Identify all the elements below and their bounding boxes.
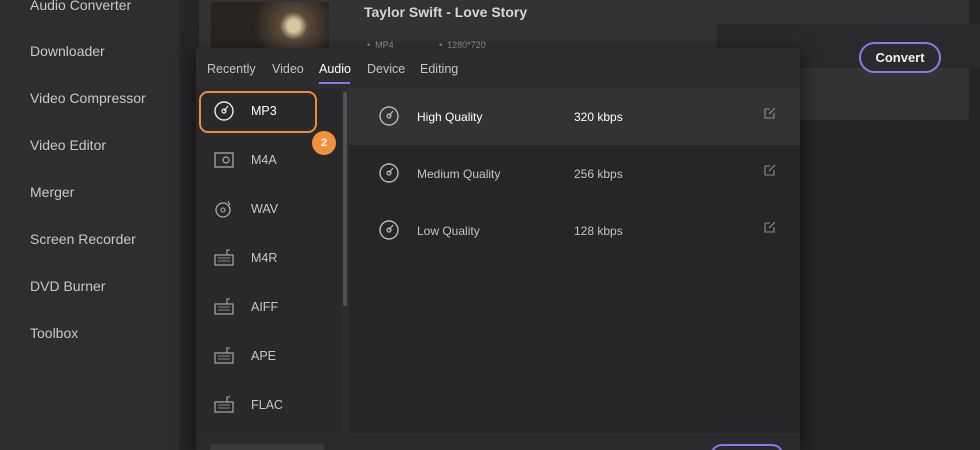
- m4a-icon: [213, 149, 235, 171]
- edit-icon[interactable]: [761, 163, 779, 181]
- video-title: Taylor Swift - Love Story: [364, 4, 528, 20]
- format-item-m4r[interactable]: M4R: [196, 239, 341, 279]
- mp3-highlight-box: [199, 91, 317, 133]
- sidebar-item-screen-recorder[interactable]: Screen Recorder: [30, 231, 136, 247]
- step-badge: 2: [312, 131, 336, 155]
- tab-recently[interactable]: Recently: [207, 62, 256, 76]
- wav-icon: [213, 198, 235, 220]
- quality-row-medium[interactable]: Medium Quality 256 kbps: [349, 145, 800, 202]
- tab-device[interactable]: Device: [367, 62, 405, 76]
- sidebar-item-toolbox[interactable]: Toolbox: [30, 325, 78, 341]
- aiff-icon: [213, 296, 235, 318]
- quality-bitrate: 320 kbps: [574, 110, 623, 124]
- quality-name: Low Quality: [417, 224, 480, 238]
- disc-icon: [378, 219, 400, 241]
- quality-name: High Quality: [417, 110, 483, 124]
- m4r-icon: [213, 247, 235, 269]
- quality-list: High Quality 320 kbps Medium Quality 256…: [349, 88, 800, 433]
- quality-bitrate: 256 kbps: [574, 167, 623, 181]
- quality-bitrate: 128 kbps: [574, 224, 623, 238]
- scrollbar-thumb[interactable]: [343, 92, 347, 306]
- sidebar-item-dvd-burner[interactable]: DVD Burner: [30, 278, 105, 294]
- sidebar-item-video-compressor[interactable]: Video Compressor: [30, 90, 146, 106]
- popup-footer: [196, 433, 800, 450]
- tab-editing[interactable]: Editing: [420, 62, 458, 76]
- convert-all-button[interactable]: [710, 444, 784, 450]
- sidebar-item-merger[interactable]: Merger: [30, 184, 74, 200]
- format-label: WAV: [251, 202, 279, 216]
- format-label: FLAC: [251, 398, 283, 412]
- format-label: AIFF: [251, 300, 279, 314]
- format-item-flac[interactable]: FLAC: [196, 386, 341, 426]
- output-format-selector[interactable]: [210, 444, 324, 450]
- convert-button[interactable]: Convert: [859, 42, 941, 73]
- sidebar-item-downloader[interactable]: Downloader: [30, 43, 105, 59]
- edit-icon[interactable]: [761, 106, 779, 124]
- tab-audio[interactable]: Audio: [319, 62, 351, 76]
- tab-video[interactable]: Video: [272, 62, 304, 76]
- format-item-wav[interactable]: WAV: [196, 190, 341, 230]
- quality-row-high[interactable]: High Quality 320 kbps: [349, 88, 800, 145]
- ape-icon: [213, 345, 235, 367]
- format-item-aiff[interactable]: AIFF: [196, 288, 341, 328]
- format-label: M4A: [251, 153, 277, 167]
- active-tab-indicator: [319, 82, 350, 84]
- disc-icon: [378, 105, 400, 127]
- format-label: M4R: [251, 251, 278, 265]
- sidebar: Audio Converter Downloader Video Compres…: [0, 0, 180, 450]
- format-popup: Recently Video Audio Device Editing MP3 …: [196, 48, 800, 450]
- edit-icon[interactable]: [761, 220, 779, 238]
- quality-row-low[interactable]: Low Quality 128 kbps: [349, 202, 800, 259]
- format-list-scrollbar[interactable]: [341, 88, 349, 433]
- sidebar-item-audio-converter[interactable]: Audio Converter: [30, 0, 131, 13]
- disc-icon: [378, 162, 400, 184]
- format-label: APE: [251, 349, 277, 363]
- sidebar-item-video-editor[interactable]: Video Editor: [30, 137, 106, 153]
- flac-icon: [213, 394, 235, 416]
- format-item-ape[interactable]: APE: [196, 337, 341, 377]
- quality-name: Medium Quality: [417, 167, 501, 181]
- format-tabs: Recently Video Audio Device Editing: [196, 48, 800, 88]
